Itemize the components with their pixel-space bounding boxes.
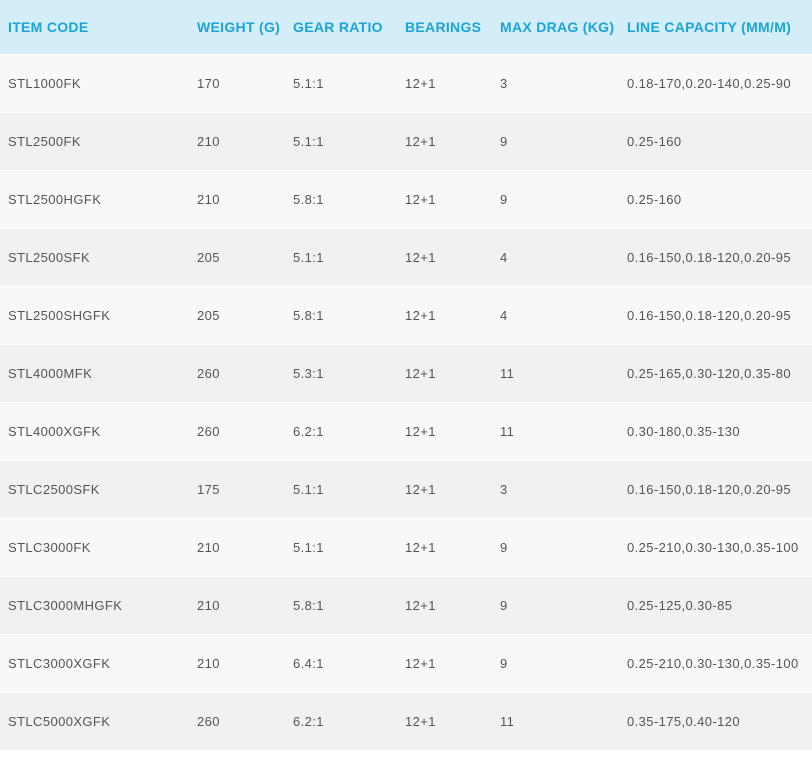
cell-weight: 260 <box>189 692 285 750</box>
table-row: STL2500SFK 205 5.1:1 12+1 4 0.16-150,0.18-120… <box>0 228 812 287</box>
cell-line-capacity: 0.18-170,0.20-140,0.25-90 <box>619 54 812 113</box>
spec-table: ITEM CODE WEIGHT (G) GEAR RATIO BEARINGS… <box>0 0 812 750</box>
cell-line-capacity: 0.25-210,0.30-130,0.35-100 <box>619 634 812 693</box>
cell-line-capacity: 0.30-180,0.35-130 <box>619 402 812 461</box>
cell-line-capacity: 0.16-150,0.18-120,0.20-95 <box>619 228 812 287</box>
cell-max-drag: 4 <box>492 286 619 345</box>
cell-bearings: 12+1 <box>397 112 492 171</box>
table-row: STL2500FK 210 5.1:1 12+1 9 0.25-160 <box>0 112 812 171</box>
cell-item-code: STLC2500SFK <box>0 460 189 519</box>
cell-weight: 210 <box>189 576 285 635</box>
cell-item-code: STL2500SFK <box>0 228 189 287</box>
cell-gear-ratio: 5.3:1 <box>285 344 397 403</box>
cell-weight: 170 <box>189 54 285 113</box>
cell-gear-ratio: 5.1:1 <box>285 54 397 113</box>
cell-max-drag: 9 <box>492 170 619 229</box>
cell-line-capacity: 0.25-160 <box>619 112 812 171</box>
cell-bearings: 12+1 <box>397 402 492 461</box>
cell-line-capacity: 0.25-165,0.30-120,0.35-80 <box>619 344 812 403</box>
cell-max-drag: 9 <box>492 634 619 693</box>
cell-item-code: STL4000XGFK <box>0 402 189 461</box>
cell-item-code: STL2500HGFK <box>0 170 189 229</box>
header-line-capacity: LINE CAPACITY (MM/M) <box>619 0 812 55</box>
cell-max-drag: 11 <box>492 344 619 403</box>
cell-bearings: 12+1 <box>397 286 492 345</box>
cell-max-drag: 3 <box>492 460 619 519</box>
header-bearings: BEARINGS <box>397 0 492 55</box>
table-body: STL1000FK 170 5.1:1 12+1 3 0.18-170,0.20-140,… <box>0 54 812 750</box>
cell-max-drag: 11 <box>492 692 619 750</box>
cell-line-capacity: 0.35-175,0.40-120 <box>619 692 812 750</box>
cell-line-capacity: 0.16-150,0.18-120,0.20-95 <box>619 286 812 345</box>
cell-gear-ratio: 5.1:1 <box>285 518 397 577</box>
header-weight: WEIGHT (G) <box>189 0 285 55</box>
cell-weight: 210 <box>189 170 285 229</box>
cell-gear-ratio: 6.2:1 <box>285 692 397 750</box>
table-row: STL2500SHGFK 205 5.8:1 12+1 4 0.16-150,0.18-1… <box>0 286 812 345</box>
cell-max-drag: 9 <box>492 576 619 635</box>
cell-line-capacity: 0.25-125,0.30-85 <box>619 576 812 635</box>
cell-item-code: STLC3000FK <box>0 518 189 577</box>
cell-line-capacity: 0.25-160 <box>619 170 812 229</box>
cell-item-code: STL1000FK <box>0 54 189 113</box>
cell-bearings: 12+1 <box>397 170 492 229</box>
cell-bearings: 12+1 <box>397 518 492 577</box>
header-gear-ratio: GEAR RATIO <box>285 0 397 55</box>
cell-gear-ratio: 5.8:1 <box>285 286 397 345</box>
cell-weight: 260 <box>189 402 285 461</box>
cell-gear-ratio: 5.1:1 <box>285 460 397 519</box>
cell-item-code: STL2500FK <box>0 112 189 171</box>
cell-bearings: 12+1 <box>397 460 492 519</box>
cell-max-drag: 11 <box>492 402 619 461</box>
cell-max-drag: 9 <box>492 518 619 577</box>
cell-gear-ratio: 6.2:1 <box>285 402 397 461</box>
table-row: STL2500HGFK 210 5.8:1 12+1 9 0.25-160 <box>0 170 812 229</box>
cell-line-capacity: 0.16-150,0.18-120,0.20-95 <box>619 460 812 519</box>
table-row: STLC5000XGFK 260 6.2:1 12+1 11 0.35-175,0.40-… <box>0 692 812 750</box>
table-row: STLC3000XGFK 210 6.4:1 12+1 9 0.25-210,0.30-1… <box>0 634 812 693</box>
cell-max-drag: 3 <box>492 54 619 113</box>
cell-item-code: STLC3000XGFK <box>0 634 189 693</box>
cell-weight: 205 <box>189 286 285 345</box>
cell-bearings: 12+1 <box>397 344 492 403</box>
table-row: STL4000MFK 260 5.3:1 12+1 11 0.25-165,0.30-12… <box>0 344 812 403</box>
cell-weight: 210 <box>189 518 285 577</box>
table-row: STLC2500SFK 175 5.1:1 12+1 3 0.16-150,0.18-12… <box>0 460 812 519</box>
cell-item-code: STLC5000XGFK <box>0 692 189 750</box>
cell-weight: 175 <box>189 460 285 519</box>
cell-bearings: 12+1 <box>397 692 492 750</box>
table-row: STLC3000MHGFK 210 5.8:1 12+1 9 0.25-125,0.30-… <box>0 576 812 635</box>
header-item-code: ITEM CODE <box>0 0 189 55</box>
cell-gear-ratio: 5.1:1 <box>285 112 397 171</box>
cell-bearings: 12+1 <box>397 54 492 113</box>
cell-weight: 205 <box>189 228 285 287</box>
cell-item-code: STL4000MFK <box>0 344 189 403</box>
cell-line-capacity: 0.25-210,0.30-130,0.35-100 <box>619 518 812 577</box>
table-row: STL4000XGFK 260 6.2:1 12+1 11 0.30-180,0.35-1… <box>0 402 812 461</box>
header-max-drag: MAX DRAG (KG) <box>492 0 619 55</box>
cell-max-drag: 4 <box>492 228 619 287</box>
cell-weight: 210 <box>189 112 285 171</box>
header-row: ITEM CODE WEIGHT (G) GEAR RATIO BEARINGS… <box>0 0 812 55</box>
table-row: STLC3000FK 210 5.1:1 12+1 9 0.25-210,0.30-130… <box>0 518 812 577</box>
cell-bearings: 12+1 <box>397 576 492 635</box>
cell-bearings: 12+1 <box>397 228 492 287</box>
cell-gear-ratio: 6.4:1 <box>285 634 397 693</box>
cell-item-code: STLC3000MHGFK <box>0 576 189 635</box>
cell-gear-ratio: 5.8:1 <box>285 576 397 635</box>
cell-weight: 210 <box>189 634 285 693</box>
cell-item-code: STL2500SHGFK <box>0 286 189 345</box>
table-row: STL1000FK 170 5.1:1 12+1 3 0.18-170,0.20-140,… <box>0 54 812 113</box>
cell-max-drag: 9 <box>492 112 619 171</box>
cell-gear-ratio: 5.8:1 <box>285 170 397 229</box>
table-header: ITEM CODE WEIGHT (G) GEAR RATIO BEARINGS… <box>0 0 812 55</box>
cell-gear-ratio: 5.1:1 <box>285 228 397 287</box>
cell-weight: 260 <box>189 344 285 403</box>
cell-bearings: 12+1 <box>397 634 492 693</box>
